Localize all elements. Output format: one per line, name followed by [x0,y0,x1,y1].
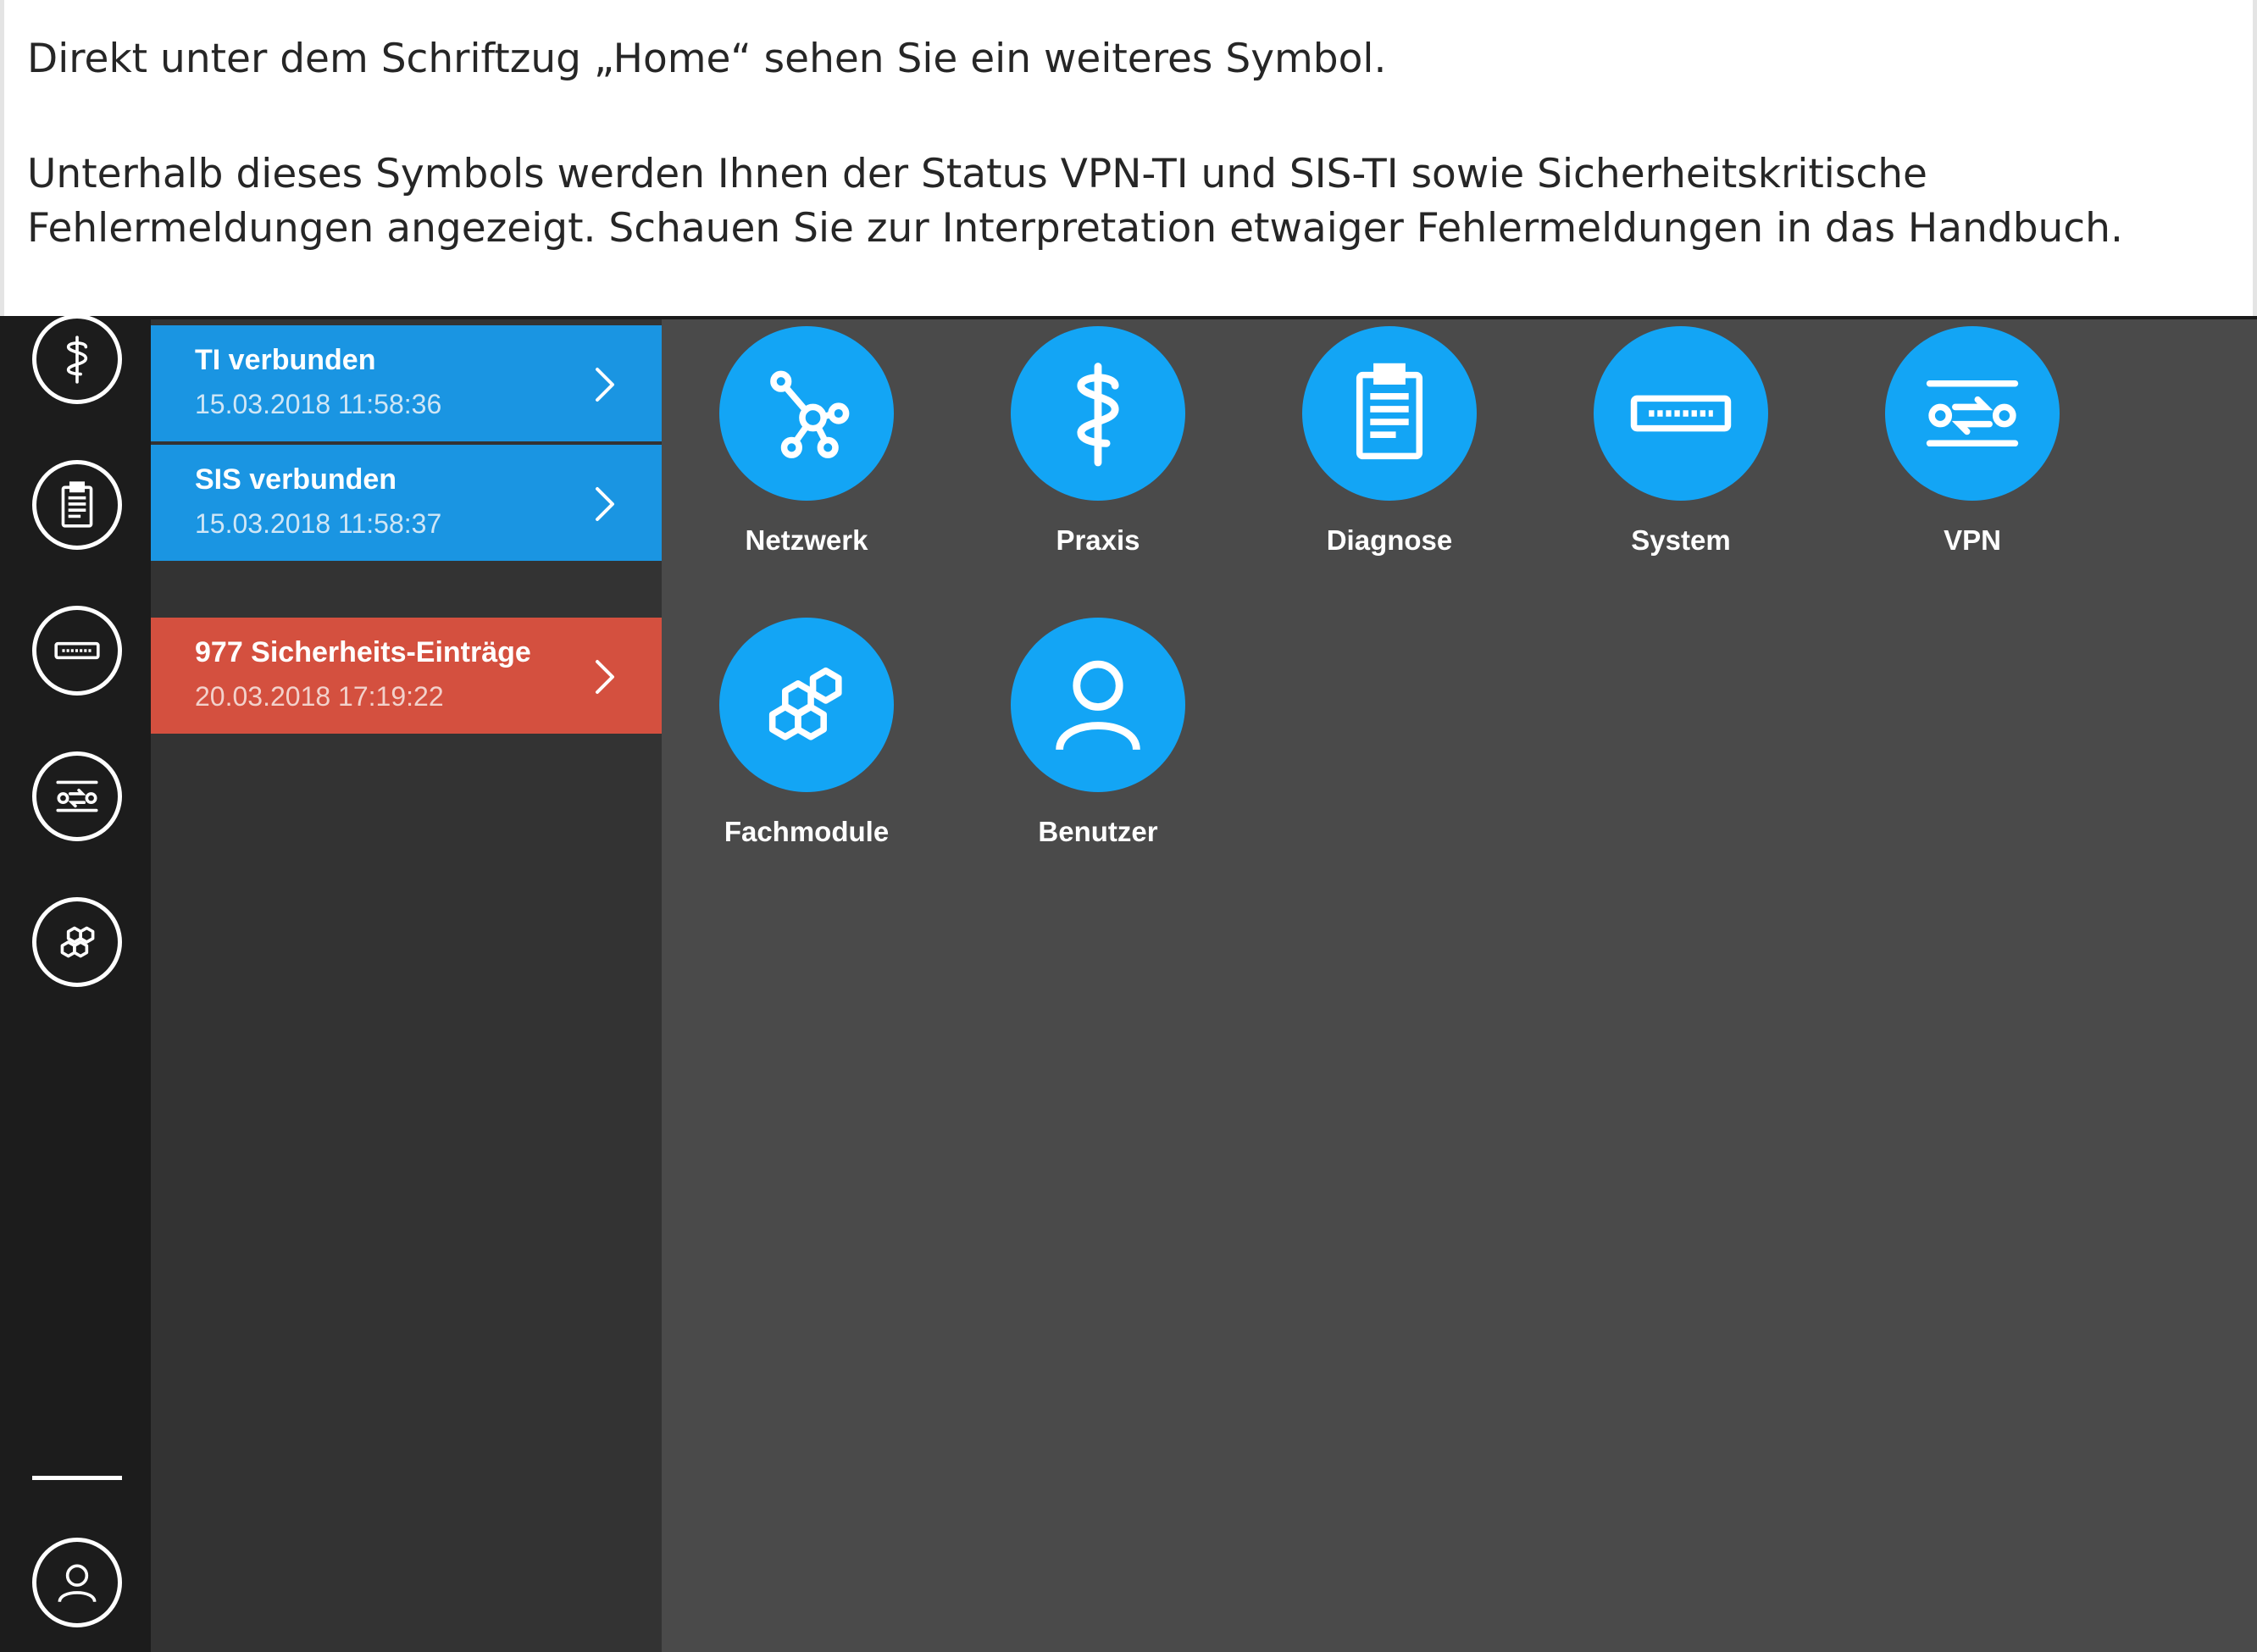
tile-diagnose[interactable]: Diagnose [1279,326,1500,557]
vpn-icon [56,780,98,812]
rail-vpn-button[interactable] [32,751,122,841]
rail-fachmodule-button[interactable] [32,897,122,987]
user-icon [1056,660,1140,751]
status-title: SIS verbunden [195,463,397,496]
chevron-right-icon [596,660,614,694]
clipboard-icon [61,481,93,528]
instruction-paragraph-2: Unterhalb dieses Symbols werden Ihnen de… [27,151,2123,252]
status-panel: TI verbunden 15.03.2018 11:58:36 SIS ver… [151,319,662,1652]
status-time: 15.03.2018 11:58:36 [195,389,442,419]
tile-label: System [1631,524,1731,556]
rail-diagnose-button[interactable] [32,460,122,550]
tile-system[interactable]: System [1571,326,1791,557]
modules-icon [60,926,95,958]
tile-circle [1011,618,1185,792]
tile-circle [719,326,894,501]
instruction-paragraph-1: Direkt unter dem Schriftzug „Home“ sehen… [27,36,1387,82]
device-icon [54,641,100,660]
rail-separator [32,1476,122,1480]
tile-fachmodule[interactable]: Fachmodule [696,618,917,848]
tile-label: Benutzer [1038,816,1158,847]
network-icon [770,370,850,458]
status-card-sis[interactable]: SIS verbunden 15.03.2018 11:58:37 [151,445,662,561]
status-card-security[interactable]: 977 Sicherheits-Einträge 20.03.2018 17:1… [151,618,662,734]
modules-icon [768,667,842,740]
caduceus-icon [66,335,88,384]
rail-user-button[interactable] [32,1538,122,1627]
tile-benutzer[interactable]: Benutzer [988,618,1208,848]
chevron-right-icon [596,487,614,521]
tile-label: Praxis [1056,524,1140,556]
vpn-icon [1926,380,2019,447]
status-title: 977 Sicherheits-Einträge [195,636,531,668]
tile-label: Diagnose [1326,524,1453,556]
user-icon [58,1564,97,1603]
connector-app: TI verbunden 15.03.2018 11:58:36 SIS ver… [0,314,2257,1652]
clipboard-icon [1356,363,1423,460]
icon-rail [0,314,151,1652]
tile-vpn[interactable]: VPN [1862,326,2082,557]
tile-circle [1011,326,1185,501]
status-time: 20.03.2018 17:19:22 [195,681,444,712]
chevron-right-icon [596,368,614,402]
tile-praxis[interactable]: Praxis [988,326,1208,557]
tile-label: Fachmodule [724,816,890,847]
status-time: 15.03.2018 11:58:37 [195,508,442,539]
tile-label: Netzwerk [745,524,868,556]
tile-circle [1885,326,2060,501]
status-card-ti[interactable]: TI verbunden 15.03.2018 11:58:36 [151,325,662,445]
instruction-text: Direkt unter dem Schriftzug „Home“ sehen… [0,0,2257,316]
device-icon [1630,395,1732,432]
tile-circle [719,618,894,792]
rail-praxis-button[interactable] [32,314,122,404]
tile-label: VPN [1944,524,2001,556]
tile-circle [1594,326,1768,501]
status-title: TI verbunden [195,344,376,376]
caduceus-icon [1077,363,1119,467]
rail-system-button[interactable] [32,606,122,696]
tile-netzwerk[interactable]: Netzwerk [696,326,917,557]
tile-circle [1302,326,1477,501]
